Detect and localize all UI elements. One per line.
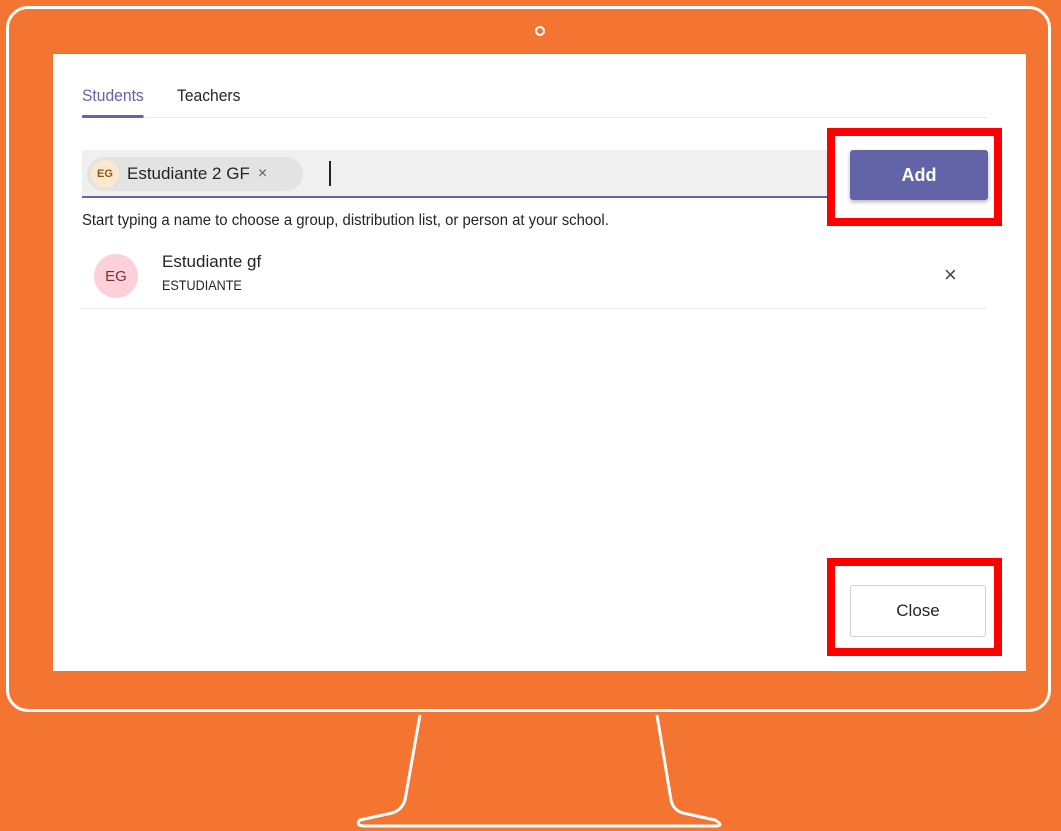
- chip-label: Estudiante 2 GF: [127, 164, 250, 183]
- chip-remove-icon[interactable]: ×: [258, 165, 267, 183]
- avatar: EG: [94, 254, 138, 298]
- tab-students[interactable]: Students: [82, 82, 144, 118]
- add-button-highlight: [827, 128, 1002, 226]
- chip-avatar: EG: [91, 160, 119, 188]
- picker-hint-text: Start typing a name to choose a group, d…: [82, 212, 609, 229]
- member-role: ESTUDIANTE: [162, 277, 242, 293]
- text-caret: [329, 161, 331, 186]
- member-name: Estudiante gf: [162, 252, 262, 271]
- selected-person-chip: EG Estudiante 2 GF ×: [87, 157, 303, 191]
- remove-member-icon[interactable]: ×: [944, 262, 957, 288]
- people-picker-input[interactable]: EG Estudiante 2 GF ×: [82, 150, 832, 198]
- tab-teachers[interactable]: Teachers: [177, 82, 240, 117]
- tab-bar: Students Teachers: [82, 82, 987, 118]
- webcam-icon: [535, 26, 545, 36]
- close-button-highlight: [827, 558, 1002, 656]
- list-item: EG Estudiante gf ESTUDIANTE ×: [82, 242, 987, 309]
